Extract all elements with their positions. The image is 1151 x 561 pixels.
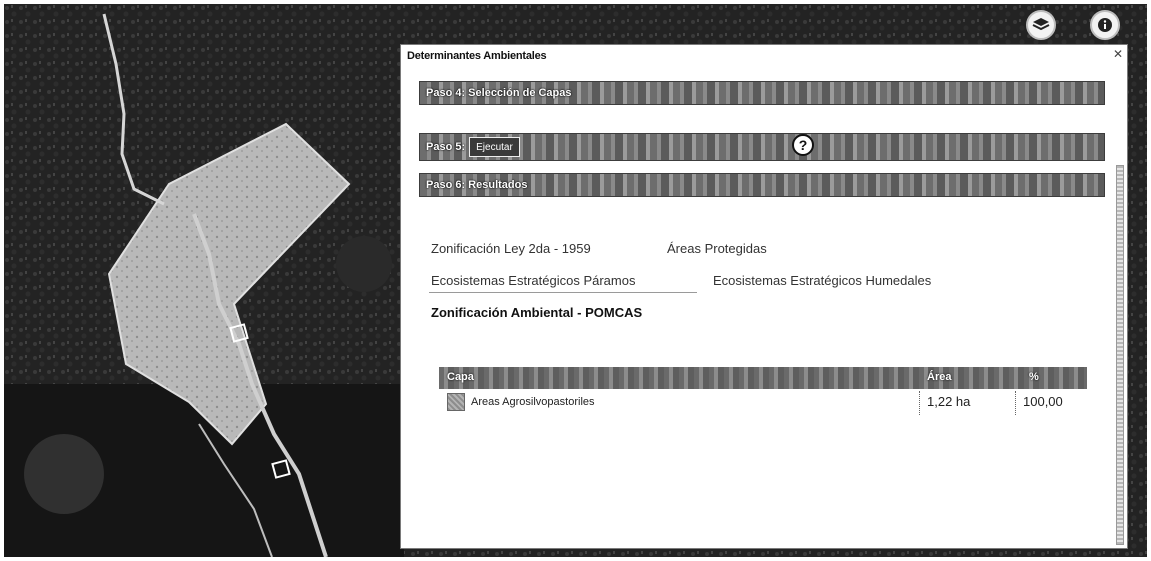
panel-scrollbar[interactable] bbox=[1116, 165, 1124, 545]
column-header-area[interactable]: Área bbox=[927, 371, 951, 383]
tab-zonificacion-pomcas[interactable]: Zonificación Ambiental - POMCAS bbox=[431, 305, 642, 320]
tab-ecosistemas-paramos[interactable]: Ecosistemas Estratégicos Páramos bbox=[431, 273, 635, 288]
cell-percent: 100,00 bbox=[1023, 394, 1063, 409]
cell-capa: Areas Agrosilvopastoriles bbox=[471, 396, 595, 408]
info-icon bbox=[1098, 18, 1112, 32]
close-icon[interactable]: ✕ bbox=[1113, 47, 1123, 61]
step4-header[interactable]: Paso 4: Selección de Capas bbox=[419, 81, 1105, 105]
table-row: Areas Agrosilvopastoriles 1,22 ha 100,00 bbox=[439, 391, 1087, 415]
step4-label: Paso 4: Selección de Capas bbox=[426, 87, 572, 99]
column-header-percent[interactable]: % bbox=[1029, 371, 1039, 383]
layers-icon bbox=[1032, 18, 1050, 31]
map-blob bbox=[336, 236, 392, 292]
layer-color-swatch bbox=[447, 393, 465, 411]
layers-button[interactable] bbox=[1026, 10, 1056, 40]
column-header-capa[interactable]: Capa bbox=[447, 371, 474, 383]
execute-button[interactable]: Ejecutar bbox=[469, 137, 520, 157]
info-button[interactable] bbox=[1090, 10, 1120, 40]
cell-area: 1,22 ha bbox=[927, 394, 971, 409]
tab-zonificacion-ley-2da[interactable]: Zonificación Ley 2da - 1959 bbox=[431, 241, 591, 256]
environmental-determinants-panel: Determinantes Ambientales ✕ Paso 4: Sele… bbox=[400, 44, 1128, 549]
map-blob bbox=[24, 434, 104, 514]
help-icon[interactable]: ? bbox=[792, 134, 814, 156]
step5-label: Paso 5: bbox=[426, 141, 466, 153]
results-table-header: Capa Área % bbox=[439, 367, 1087, 389]
step6-header[interactable]: Paso 6: Resultados bbox=[419, 173, 1105, 197]
tab-ecosistemas-humedales[interactable]: Ecosistemas Estratégicos Humedales bbox=[713, 273, 931, 288]
step5-header: Paso 5: Ejecutar ? bbox=[419, 133, 1105, 161]
step6-label: Paso 6: Resultados bbox=[426, 179, 528, 191]
column-divider bbox=[1015, 391, 1016, 415]
panel-title: Determinantes Ambientales bbox=[407, 50, 547, 62]
tab-underline bbox=[429, 292, 697, 293]
tab-areas-protegidas[interactable]: Áreas Protegidas bbox=[667, 241, 767, 256]
column-divider bbox=[919, 391, 920, 415]
map-application: Determinantes Ambientales ✕ Paso 4: Sele… bbox=[4, 4, 1147, 557]
